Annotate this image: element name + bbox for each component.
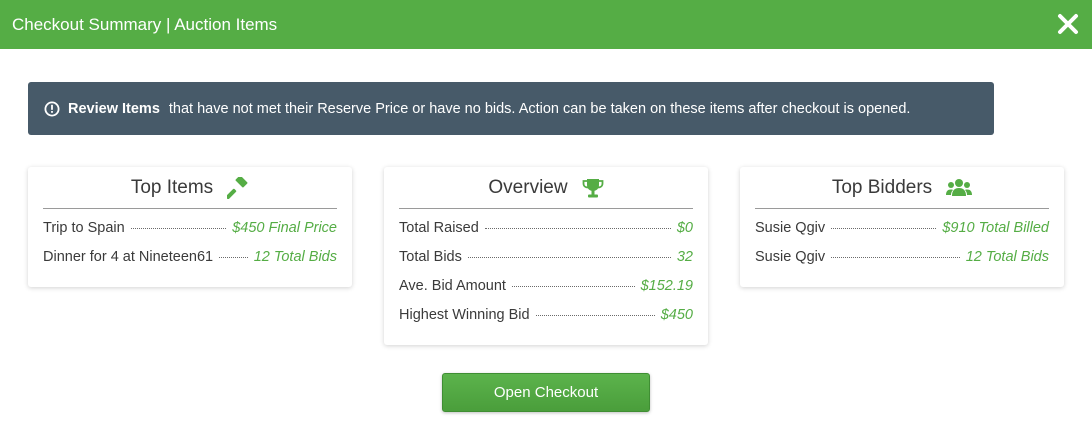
- trophy-icon: [582, 177, 604, 199]
- dotted-leader: [511, 285, 635, 287]
- bidder-name: Susie Qgiv: [755, 220, 826, 236]
- list-item: Total Bids 32: [399, 249, 693, 278]
- dotted-leader: [831, 256, 960, 258]
- modal-title: Checkout Summary | Auction Items: [12, 14, 278, 34]
- overview-card: Overview Total Raised $0 Total Bids 32 A…: [384, 167, 708, 345]
- dotted-leader: [467, 256, 671, 258]
- list-item: Total Raised $0: [399, 220, 693, 249]
- bidder-name: Susie Qgiv: [755, 249, 826, 265]
- top-bidders-list: Susie Qgiv $910 Total Billed Susie Qgiv …: [755, 209, 1049, 278]
- exclamation-circle-icon: [44, 101, 60, 117]
- stat-label: Total Bids: [399, 249, 462, 265]
- stat-value: $450: [660, 307, 693, 323]
- top-items-card: Top Items Trip to Spain $450 Final Price…: [28, 167, 352, 287]
- top-bidders-header: Top Bidders: [755, 167, 1049, 209]
- list-item: Trip to Spain $450 Final Price: [43, 220, 337, 249]
- alert-text: that have not met their Reserve Price or…: [168, 100, 911, 117]
- overview-header: Overview: [399, 167, 693, 209]
- close-icon[interactable]: [1056, 12, 1080, 36]
- stat-label: Total Raised: [399, 220, 479, 236]
- gavel-icon: [227, 176, 249, 199]
- list-item: Dinner for 4 at Nineteen61 12 Total Bids: [43, 249, 337, 278]
- item-name: Dinner for 4 at Nineteen61: [43, 249, 214, 265]
- stat-value: $0: [676, 220, 693, 236]
- stat-label: Highest Winning Bid: [399, 307, 530, 323]
- list-item: Susie Qgiv $910 Total Billed: [755, 220, 1049, 249]
- users-icon: [946, 178, 973, 198]
- modal-header: Checkout Summary | Auction Items: [0, 0, 1092, 49]
- top-items-list: Trip to Spain $450 Final Price Dinner fo…: [43, 209, 337, 278]
- review-items-alert: Review Items that have not met their Res…: [28, 82, 994, 135]
- bidder-value: $910 Total Billed: [942, 220, 1049, 236]
- dotted-leader: [130, 227, 227, 229]
- overview-title: Overview: [488, 176, 568, 198]
- bidder-value: 12 Total Bids: [965, 249, 1049, 265]
- dotted-leader: [484, 227, 671, 229]
- top-bidders-card: Top Bidders Susie Qgiv $910 Total Billed: [740, 167, 1064, 287]
- stat-label: Ave. Bid Amount: [399, 278, 506, 294]
- item-name: Trip to Spain: [43, 220, 125, 236]
- list-item: Highest Winning Bid $450: [399, 307, 693, 336]
- top-bidders-title: Top Bidders: [831, 176, 933, 198]
- item-value: 12 Total Bids: [253, 249, 337, 265]
- alert-strong-text: Review Items: [68, 100, 160, 117]
- dotted-leader: [535, 314, 655, 316]
- overview-list: Total Raised $0 Total Bids 32 Ave. Bid A…: [399, 209, 693, 336]
- open-checkout-button[interactable]: Open Checkout: [442, 373, 650, 412]
- top-items-header: Top Items: [43, 167, 337, 209]
- checkout-summary-modal: Checkout Summary | Auction Items Review …: [0, 0, 1092, 442]
- top-items-title: Top Items: [130, 176, 214, 198]
- stat-value: 32: [676, 249, 693, 265]
- dotted-leader: [831, 227, 937, 229]
- dotted-leader: [219, 256, 248, 258]
- item-value: $450 Final Price: [232, 220, 337, 236]
- list-item: Susie Qgiv 12 Total Bids: [755, 249, 1049, 278]
- stat-value: $152.19: [640, 278, 693, 294]
- list-item: Ave. Bid Amount $152.19: [399, 278, 693, 307]
